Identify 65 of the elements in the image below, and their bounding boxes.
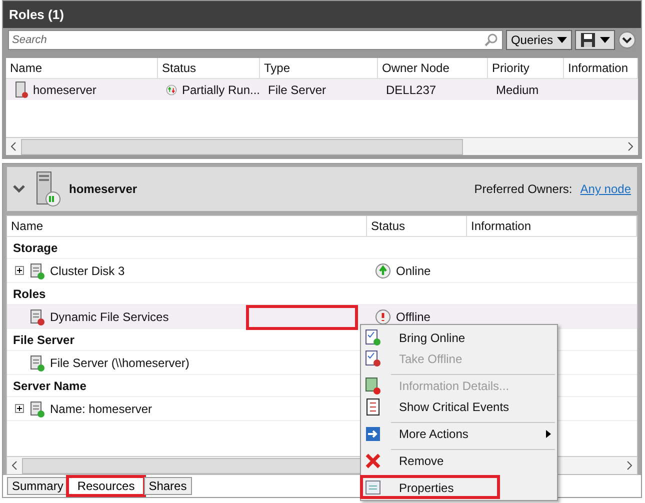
column-header[interactable]: Type (260, 58, 378, 78)
search-field[interactable]: Search (8, 30, 503, 50)
column-header[interactable]: Name (7, 216, 367, 236)
table-cell: File Server (\\homeserver) (50, 356, 190, 370)
tab[interactable]: Shares (144, 477, 192, 495)
menu-item[interactable]: Bring Online (361, 327, 557, 348)
menu-item[interactable]: Properties (361, 476, 499, 498)
server-icon (14, 80, 28, 98)
search-icon (484, 33, 498, 47)
any-node-link[interactable]: Any node (580, 182, 631, 196)
resource-icon (29, 354, 45, 372)
table-row[interactable]: homeserver Partially Run... File Server DELL237 Medium (6, 79, 638, 100)
table-cell: DELL237 (386, 82, 436, 96)
scroll-left-icon[interactable] (12, 461, 17, 470)
group-heading: Storage (13, 240, 58, 254)
menu-icon (365, 424, 381, 442)
table-cell: Offline (396, 310, 430, 324)
expand-icon[interactable] (15, 266, 24, 275)
table-cell: Cluster Disk 3 (50, 264, 125, 278)
chevron-icon[interactable] (13, 184, 25, 194)
preferred-owners-label: Preferred Owners: (474, 182, 572, 196)
tab[interactable]: Resources (68, 477, 144, 495)
expand-icon[interactable] (15, 404, 24, 413)
group-heading: Server Name (13, 378, 86, 392)
submenu-arrow-icon (546, 430, 551, 438)
group-heading: File Server (13, 332, 74, 346)
menu-icon (365, 376, 381, 394)
table-cell: Medium (496, 82, 539, 96)
save-query-button[interactable] (575, 30, 615, 50)
resource-icon (29, 262, 45, 280)
table-cell: Dynamic File Services (50, 310, 169, 324)
resource-icon (29, 308, 45, 326)
caret-icon (557, 37, 567, 43)
table-cell: homeserver (33, 82, 96, 96)
queries-button[interactable]: Queries (506, 30, 572, 50)
scroll-left-icon[interactable] (11, 142, 16, 151)
scroll-right-icon[interactable] (627, 461, 632, 470)
column-header[interactable]: Status (158, 58, 260, 78)
caret-icon (600, 37, 610, 43)
menu-icon (365, 452, 381, 470)
table-cell: Online (396, 264, 431, 278)
table-cell: Name: homeserver (50, 402, 152, 416)
group-heading: Roles (13, 286, 46, 300)
column-header[interactable]: Owner Node (378, 58, 488, 78)
menu-icon (365, 328, 381, 346)
status-icon (375, 262, 391, 278)
resource-row[interactable]: Cluster Disk 3 Online (7, 259, 637, 283)
column-header[interactable]: Priority (488, 58, 564, 78)
role-title: homeserver (69, 182, 138, 196)
menu-icon (365, 478, 381, 496)
horizontal-scrollbar[interactable] (6, 137, 638, 155)
column-header[interactable]: Name (6, 58, 158, 78)
column-header[interactable]: Status (367, 216, 467, 236)
table-cell: File Server (268, 82, 326, 96)
panel-title: Roles (1) (9, 7, 64, 22)
column-header[interactable]: Information (467, 216, 637, 236)
tab[interactable]: Summary (7, 477, 68, 495)
expand-icon[interactable] (618, 31, 636, 49)
column-header[interactable]: Information (564, 58, 638, 78)
scroll-right-icon[interactable] (628, 142, 633, 151)
menu-item[interactable]: Show Critical Events (361, 396, 557, 417)
table-cell: Partially Run... (182, 82, 260, 96)
menu-icon (365, 398, 381, 416)
menu-icon (365, 350, 381, 368)
resource-icon (29, 400, 45, 418)
